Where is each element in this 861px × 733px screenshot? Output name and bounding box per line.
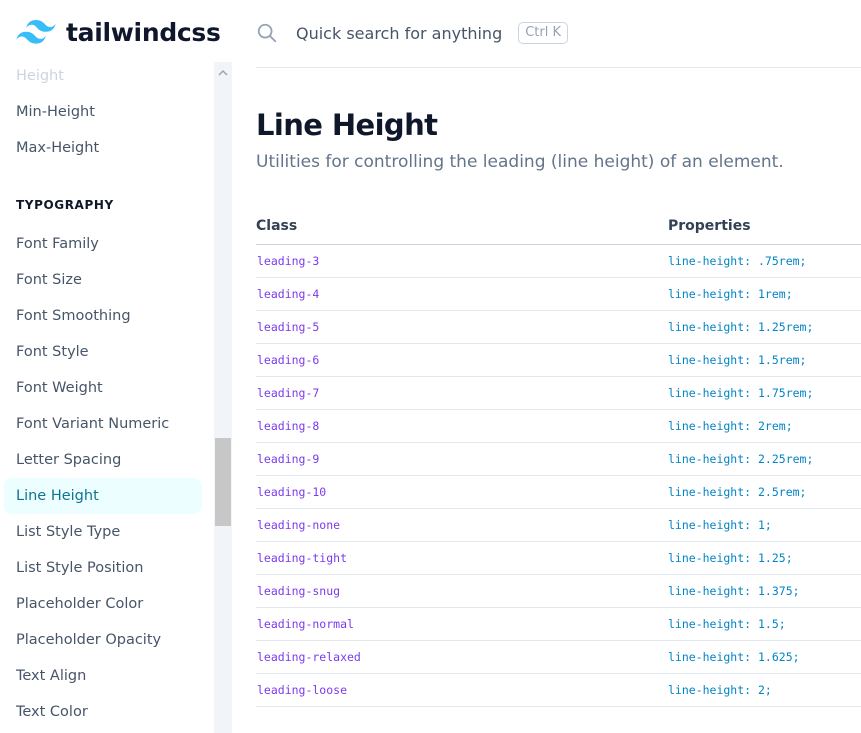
logo-text: tailwindcss [66,17,221,47]
table-row: leading-loose line-height: 2; [256,674,861,707]
class-cell: leading-4 [257,287,320,301]
class-cell: leading-relaxed [257,650,361,664]
class-cell: leading-none [257,518,341,532]
sidebar-item-font-style[interactable]: Font Style [4,334,202,370]
sidebar-item-text-align[interactable]: Text Align [4,658,202,694]
table-row: leading-7 line-height: 1.75rem; [256,377,861,410]
class-cell: leading-6 [257,353,320,367]
class-cell: leading-tight [257,551,348,565]
class-cell: leading-snug [257,584,341,598]
property-cell: line-height: .75rem; [668,254,807,268]
property-cell: line-height: 1.5; [668,617,786,631]
property-cell: line-height: 1.375; [668,584,800,598]
class-cell: leading-loose [257,683,348,697]
column-header-properties: Properties [668,218,751,234]
class-cell: leading-normal [257,617,354,631]
class-cell: leading-3 [257,254,320,268]
search-bar[interactable]: Quick search for anything Ctrl K [256,18,569,48]
class-cell: leading-7 [257,386,320,400]
class-cell: leading-8 [257,419,320,433]
sidebar-item-letter-spacing[interactable]: Letter Spacing [4,442,202,478]
class-cell: leading-10 [257,485,327,499]
sidebar-item-list-style-position[interactable]: List Style Position [4,550,202,586]
table-row: leading-10 line-height: 2.5rem; [256,476,861,509]
sidebar-item-min-height[interactable]: Min-Height [4,94,202,130]
table-row: leading-normal line-height: 1.5; [256,608,861,641]
property-cell: line-height: 1.25rem; [668,320,814,334]
class-cell: leading-9 [257,452,320,466]
property-cell: line-height: 1.5rem; [668,353,807,367]
sidebar-scrollbar[interactable] [214,62,232,733]
sidebar-item-font-size[interactable]: Font Size [4,262,202,298]
property-cell: line-height: 1.625; [668,650,800,664]
sidebar-item-max-height[interactable]: Max-Height [4,130,202,166]
property-cell: line-height: 2.25rem; [668,452,814,466]
search-shortcut-badge: Ctrl K [518,22,569,44]
sidebar-item-line-height[interactable]: Line Height [4,478,202,514]
property-cell: line-height: 1; [668,518,772,532]
chevron-up-icon[interactable] [218,68,228,78]
header-divider [256,67,861,68]
table-row: leading-5 line-height: 1.25rem; [256,311,861,344]
sidebar-item-font-variant-numeric[interactable]: Font Variant Numeric [4,406,202,442]
sidebar: Height Min-Height Max-Height TYPOGRAPHY … [0,62,232,733]
scrollbar-thumb[interactable] [215,438,231,526]
table-row: leading-snug line-height: 1.375; [256,575,861,608]
sidebar-section-typography: TYPOGRAPHY [16,198,114,212]
table-row: leading-tight line-height: 1.25; [256,542,861,575]
property-cell: line-height: 2.5rem; [668,485,807,499]
sidebar-item-placeholder-opacity[interactable]: Placeholder Opacity [4,622,202,658]
property-cell: line-height: 1rem; [668,287,793,301]
sidebar-item-placeholder-color[interactable]: Placeholder Color [4,586,202,622]
sidebar-item-font-family[interactable]: Font Family [4,226,202,262]
sidebar-item-text-color[interactable]: Text Color [4,694,202,730]
tailwind-logo-icon [16,20,56,44]
search-icon [257,23,277,43]
table-row: leading-none line-height: 1; [256,509,861,542]
property-cell: line-height: 1.75rem; [668,386,814,400]
sidebar-item-font-smoothing[interactable]: Font Smoothing [4,298,202,334]
sidebar-item-height[interactable]: Height [4,62,202,94]
sidebar-item-list-style-type[interactable]: List Style Type [4,514,202,550]
property-cell: line-height: 2rem; [668,419,793,433]
class-cell: leading-5 [257,320,320,334]
page-subtitle: Utilities for controlling the leading (l… [256,152,784,172]
sidebar-item-font-weight[interactable]: Font Weight [4,370,202,406]
column-header-class: Class [256,218,298,234]
property-cell: line-height: 2; [668,683,772,697]
table-row: leading-3 line-height: .75rem; [256,245,861,278]
property-cell: line-height: 1.25; [668,551,793,565]
page-title: Line Height [256,108,438,142]
table-row: leading-relaxed line-height: 1.625; [256,641,861,674]
search-placeholder: Quick search for anything [296,23,503,43]
logo[interactable]: tailwindcss [16,14,221,50]
table-row: leading-9 line-height: 2.25rem; [256,443,861,476]
table-row: leading-4 line-height: 1rem; [256,278,861,311]
table-row: leading-6 line-height: 1.5rem; [256,344,861,377]
table-row: leading-8 line-height: 2rem; [256,410,861,443]
